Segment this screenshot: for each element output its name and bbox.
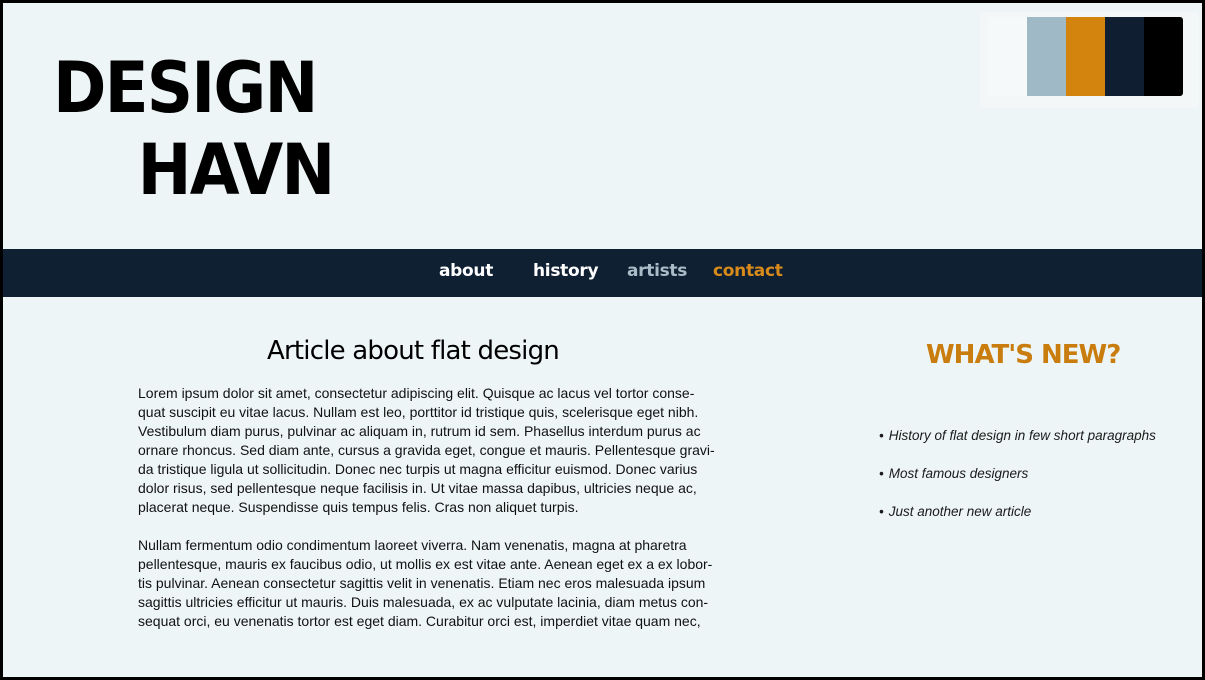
nav-link-contact[interactable]: contact	[713, 261, 783, 281]
bullet-icon: •	[879, 428, 884, 443]
news-item-label: History of flat design in few short para…	[888, 428, 1156, 443]
article-title: Article about flat design	[267, 336, 560, 366]
color-swatch-5	[1144, 17, 1183, 96]
paragraph-line: Lorem ipsum dolor sit amet, consectetur …	[138, 385, 695, 401]
bullet-icon: •	[879, 504, 884, 519]
color-palette	[988, 17, 1183, 96]
paragraph-line: ornare rhoncus. Sed diam ante, cursus a …	[138, 442, 715, 458]
paragraph-line: placerat neque. Suspendisse quis tempus …	[138, 499, 579, 515]
color-swatch-2	[1027, 17, 1066, 96]
paragraph-line: Nullam fermentum odio condimentum laoree…	[138, 537, 687, 553]
color-swatch-4	[1105, 17, 1144, 96]
paragraph-line: tis pulvinar. Aenean consectetur sagitti…	[138, 575, 706, 591]
main-navbar: about history artists contact	[3, 249, 1202, 297]
page-frame: DESIGN HAVN about history artists contac…	[3, 3, 1202, 677]
paragraph-line: da tristique ligula ut sollicitudin. Don…	[138, 461, 698, 477]
paragraph-line: Vestibulum diam purus, pulvinar ac aliqu…	[138, 423, 701, 439]
paragraph-line: quat suscipit eu vitae lacus. Nullam est…	[138, 404, 699, 420]
nav-link-about[interactable]: about	[439, 261, 493, 281]
news-item-label: Most famous designers	[888, 466, 1029, 481]
news-item-label: Just another new article	[888, 504, 1032, 519]
whats-new-heading: WHAT'S NEW?	[926, 340, 1121, 370]
paragraph-line: pellentesque, mauris ex faucibus odio, u…	[138, 556, 713, 572]
color-swatch-3	[1066, 17, 1105, 96]
color-swatch-1	[988, 17, 1027, 96]
news-item-history[interactable]: • History of flat design in few short par…	[879, 427, 1156, 465]
paragraph-line: sequat orci, eu venenatis tortor est ege…	[138, 613, 701, 629]
news-item-new-article[interactable]: • Just another new article	[879, 503, 1156, 541]
logo-line-2: HAVN	[137, 129, 336, 211]
paragraph-line: dolor risus, sed pellentesque neque faci…	[138, 480, 697, 496]
bullet-icon: •	[879, 466, 884, 481]
whats-new-list: • History of flat design in few short par…	[879, 427, 1156, 541]
nav-link-artists[interactable]: artists	[627, 261, 687, 281]
logo-line-1: DESIGN	[53, 47, 318, 129]
nav-link-history[interactable]: history	[533, 261, 599, 281]
site-logo[interactable]: DESIGN HAVN	[53, 47, 336, 211]
paragraph-line: sagittis ultricies efficitur ut mauris. …	[138, 594, 709, 610]
article-paragraph-1: Lorem ipsum dolor sit amet, consectetur …	[138, 384, 738, 517]
article-paragraph-2: Nullam fermentum odio condimentum laoree…	[138, 536, 738, 631]
news-item-designers[interactable]: • Most famous designers	[879, 465, 1156, 503]
